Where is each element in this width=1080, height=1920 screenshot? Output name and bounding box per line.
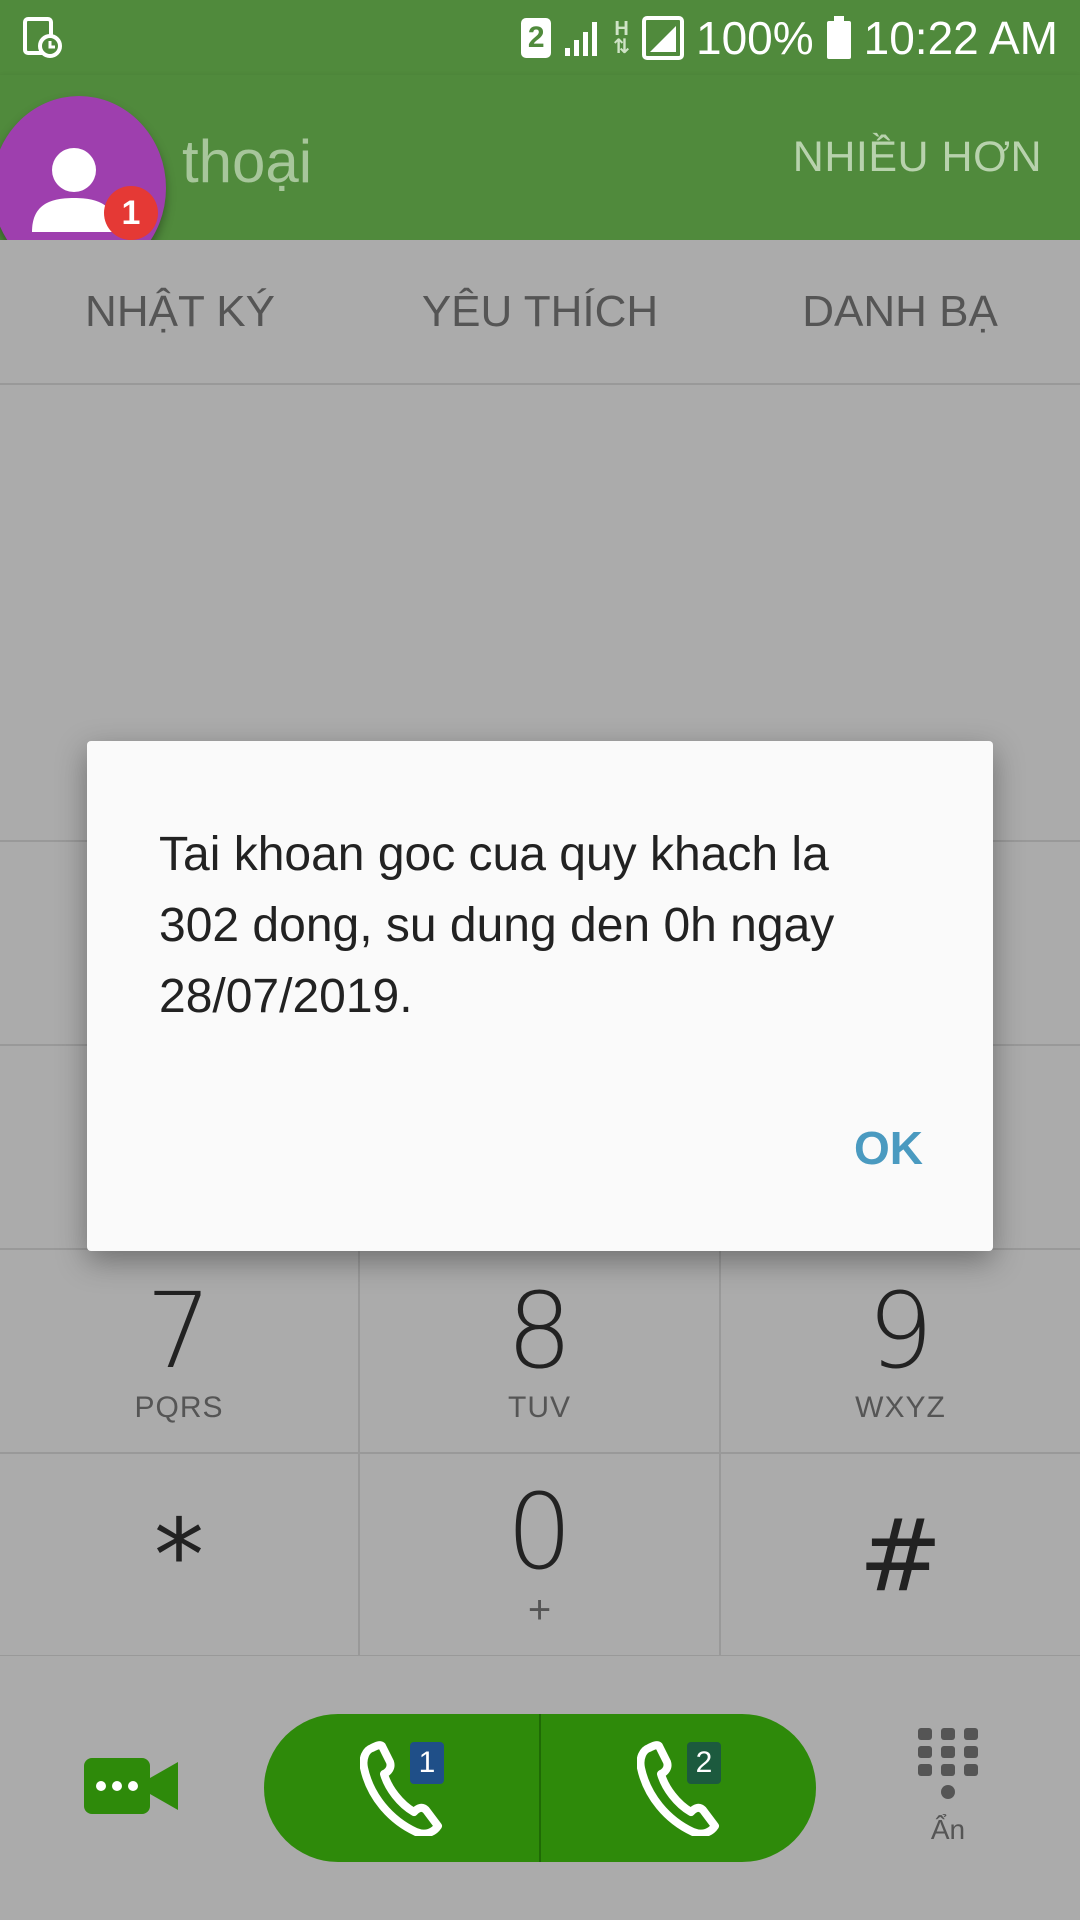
more-button[interactable]: NHIỀU HƠN (793, 133, 1042, 182)
key-0[interactable]: 0 + (360, 1454, 719, 1658)
status-bar: 2 H ⇅ 100% 10:22 AM (0, 0, 1080, 75)
app-title: thoại (182, 128, 313, 195)
balance-dialog: Tai khoan goc cua quy khach la 302 dong,… (87, 741, 993, 1251)
tab-contacts[interactable]: DANH BẠ (720, 240, 1080, 383)
tab-bar: NHẬT KÝ YÊU THÍCH DANH BẠ (0, 240, 1080, 385)
key-star[interactable]: * (0, 1454, 358, 1658)
key-letters: TUV (508, 1391, 571, 1424)
key-7[interactable]: 7 PQRS (0, 1250, 358, 1454)
key-9[interactable]: 9 WXYZ (721, 1250, 1080, 1454)
key-digit: 8 (506, 1270, 573, 1392)
dialpad-icon (918, 1728, 978, 1799)
hide-label: Ẩn (930, 1814, 966, 1845)
call-sim1-button[interactable]: 1 (264, 1714, 539, 1862)
key-digit: # (858, 1497, 943, 1614)
key-letters: WXYZ (855, 1391, 946, 1424)
key-digit: 0 (506, 1470, 573, 1593)
battery-icon (826, 15, 851, 59)
key-digit: 9 (867, 1270, 934, 1392)
signal-full-icon (641, 15, 684, 60)
tab-favorites[interactable]: YÊU THÍCH (360, 240, 720, 383)
key-hash[interactable]: # (721, 1454, 1080, 1658)
key-digit: * (154, 1497, 204, 1614)
tab-log[interactable]: NHẬT KÝ (0, 240, 360, 383)
clock: 10:22 AM (863, 11, 1058, 64)
ok-button[interactable]: OK (854, 1121, 923, 1175)
key-8[interactable]: 8 TUV (360, 1250, 719, 1454)
alarm-icon (23, 17, 62, 58)
key-letters: + (527, 1587, 552, 1632)
dialog-message: Tai khoan goc cua quy khach la 302 dong,… (159, 828, 835, 1023)
video-call-icon[interactable] (84, 1756, 180, 1816)
call-buttons: 1 2 (264, 1714, 816, 1862)
call-sim2-button[interactable]: 2 (541, 1714, 816, 1862)
sim1-tag: 1 (410, 1742, 444, 1784)
key-digit: 7 (145, 1270, 213, 1392)
notification-badge: 1 (104, 186, 158, 240)
call-bar: 1 2 Ẩn (0, 1656, 1080, 1920)
sim2-tag: 2 (687, 1742, 721, 1784)
sim2-icon: 2 (521, 17, 552, 58)
data-h-icon: H ⇅ (613, 17, 630, 58)
signal-icon (565, 21, 598, 56)
key-letters: PQRS (134, 1391, 224, 1424)
hide-dialpad-button[interactable]: Ẩn (908, 1726, 988, 1866)
battery-percent: 100% (695, 11, 814, 64)
